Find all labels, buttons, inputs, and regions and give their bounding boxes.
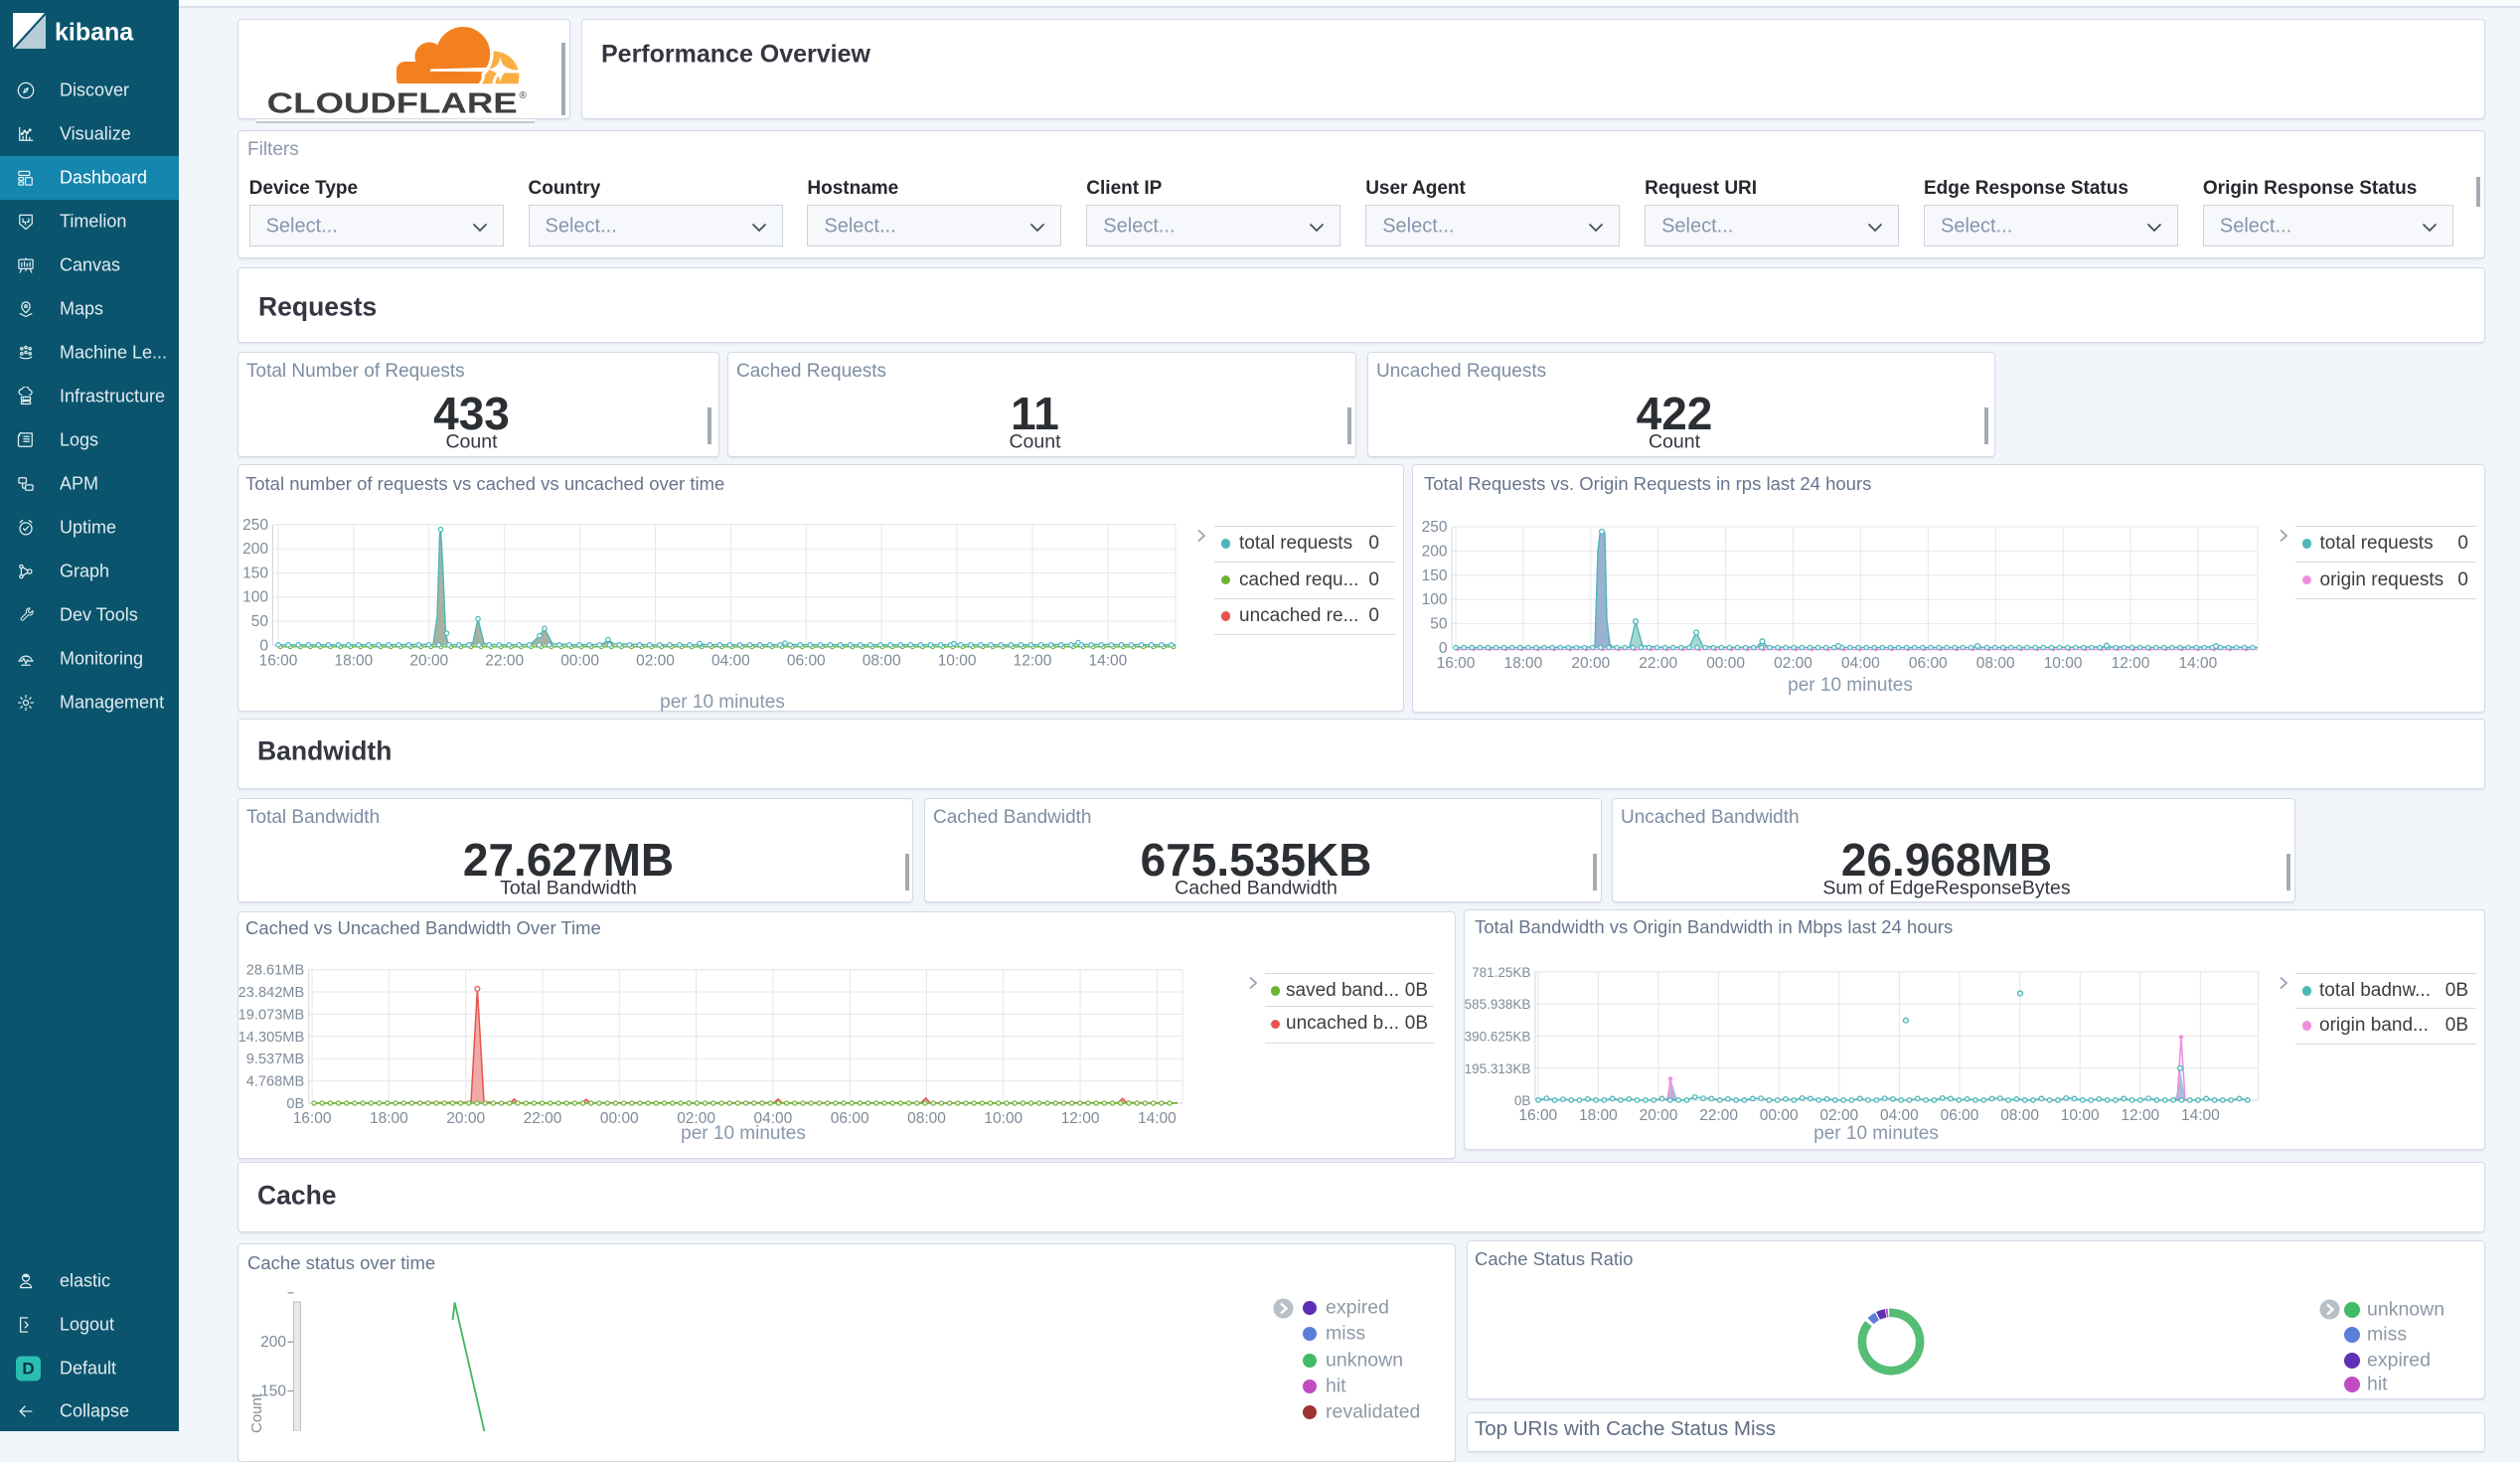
svg-text:12:00: 12:00 xyxy=(2112,655,2150,672)
svg-text:08:00: 08:00 xyxy=(1976,655,2015,672)
svg-text:20:00: 20:00 xyxy=(409,652,448,669)
svg-text:10:00: 10:00 xyxy=(984,1110,1023,1127)
svg-text:22:00: 22:00 xyxy=(524,1110,562,1127)
svg-text:0B: 0B xyxy=(1514,1093,1531,1108)
svg-text:06:00: 06:00 xyxy=(787,652,826,669)
svg-text:28.61MB: 28.61MB xyxy=(246,963,304,979)
svg-text:16:00: 16:00 xyxy=(1437,655,1476,672)
svg-text:195.313KB: 195.313KB xyxy=(1465,1061,1530,1076)
svg-text:22:00: 22:00 xyxy=(485,652,524,669)
svg-text:04:00: 04:00 xyxy=(711,652,750,669)
svg-text:02:00: 02:00 xyxy=(1819,1107,1858,1124)
svg-text:16:00: 16:00 xyxy=(293,1110,332,1127)
svg-text:200: 200 xyxy=(1422,543,1448,560)
svg-text:00:00: 00:00 xyxy=(1760,1107,1799,1124)
svg-text:50: 50 xyxy=(251,613,269,630)
svg-text:22:00: 22:00 xyxy=(1639,655,1677,672)
svg-text:22:00: 22:00 xyxy=(1699,1107,1738,1124)
svg-text:20:00: 20:00 xyxy=(1640,1107,1678,1124)
svg-text:200: 200 xyxy=(242,541,268,558)
svg-text:200: 200 xyxy=(260,1334,286,1351)
svg-text:12:00: 12:00 xyxy=(1014,652,1052,669)
svg-text:08:00: 08:00 xyxy=(863,652,901,669)
svg-text:100: 100 xyxy=(1422,591,1448,608)
svg-text:14:00: 14:00 xyxy=(1138,1110,1177,1127)
svg-text:08:00: 08:00 xyxy=(2000,1107,2039,1124)
svg-text:50: 50 xyxy=(1430,616,1448,633)
svg-text:100: 100 xyxy=(242,589,268,606)
svg-text:06:00: 06:00 xyxy=(1941,1107,1979,1124)
svg-text:9.537MB: 9.537MB xyxy=(246,1052,304,1067)
svg-text:150: 150 xyxy=(242,565,268,581)
svg-text:10:00: 10:00 xyxy=(2044,655,2083,672)
svg-text:08:00: 08:00 xyxy=(907,1110,946,1127)
svg-text:18:00: 18:00 xyxy=(370,1110,408,1127)
svg-text:16:00: 16:00 xyxy=(259,652,298,669)
svg-text:20:00: 20:00 xyxy=(1571,655,1610,672)
svg-text:16:00: 16:00 xyxy=(1518,1107,1557,1124)
svg-text:18:00: 18:00 xyxy=(1504,655,1543,672)
svg-text:10:00: 10:00 xyxy=(938,652,977,669)
svg-text:®: ® xyxy=(520,90,528,101)
svg-text:14:00: 14:00 xyxy=(1089,652,1128,669)
svg-text:00:00: 00:00 xyxy=(560,652,599,669)
svg-text:12:00: 12:00 xyxy=(1061,1110,1100,1127)
svg-text:14:00: 14:00 xyxy=(2179,655,2218,672)
svg-text:CLOUDFLARE: CLOUDFLARE xyxy=(267,88,518,120)
svg-text:250: 250 xyxy=(1422,519,1448,536)
svg-text:10:00: 10:00 xyxy=(2061,1107,2100,1124)
svg-text:02:00: 02:00 xyxy=(1774,655,1812,672)
svg-text:150: 150 xyxy=(1422,568,1448,584)
svg-text:18:00: 18:00 xyxy=(335,652,374,669)
svg-text:00:00: 00:00 xyxy=(600,1110,639,1127)
svg-text:04:00: 04:00 xyxy=(1880,1107,1919,1124)
svg-text:06:00: 06:00 xyxy=(831,1110,869,1127)
svg-text:20:00: 20:00 xyxy=(446,1110,485,1127)
svg-text:02:00: 02:00 xyxy=(636,652,675,669)
svg-text:00:00: 00:00 xyxy=(1706,655,1745,672)
svg-text:12:00: 12:00 xyxy=(2121,1107,2159,1124)
svg-text:06:00: 06:00 xyxy=(1909,655,1948,672)
svg-text:390.625KB: 390.625KB xyxy=(1465,1029,1530,1044)
svg-text:04:00: 04:00 xyxy=(1841,655,1880,672)
svg-text:781.25KB: 781.25KB xyxy=(1472,965,1530,980)
svg-text:18:00: 18:00 xyxy=(1579,1107,1618,1124)
svg-text:19.073MB: 19.073MB xyxy=(238,1007,304,1023)
svg-text:585.938KB: 585.938KB xyxy=(1465,997,1530,1012)
svg-text:4.768MB: 4.768MB xyxy=(246,1074,304,1090)
svg-text:250: 250 xyxy=(242,517,268,534)
svg-text:14.305MB: 14.305MB xyxy=(238,1030,304,1046)
svg-text:23.842MB: 23.842MB xyxy=(238,985,304,1001)
svg-text:14:00: 14:00 xyxy=(2181,1107,2220,1124)
